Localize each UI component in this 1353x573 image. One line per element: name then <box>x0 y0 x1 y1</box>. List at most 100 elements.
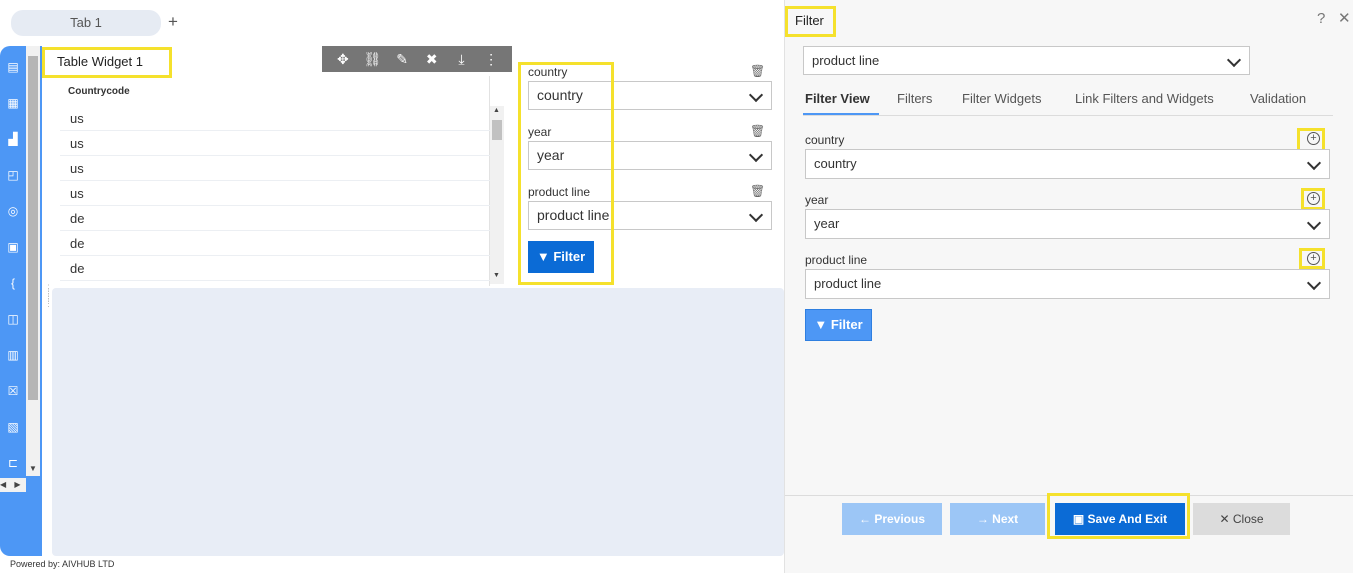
panel-filter-button[interactable]: ▼ Filter <box>805 309 872 341</box>
code-icon[interactable]: { <box>6 276 20 290</box>
field-select-country[interactable]: country <box>805 149 1330 179</box>
panel-title: Filter <box>795 13 824 28</box>
gauge-icon[interactable]: ◎ <box>6 204 20 218</box>
filter-label-year: year <box>528 125 552 139</box>
add-icon[interactable]: + <box>1307 132 1320 145</box>
rail-scroll-thumb[interactable] <box>28 56 38 400</box>
widget-toolbar: ✥ ⛓ ✎ ✖ ⤓ ⋮ <box>322 46 512 72</box>
rail-scrollbar[interactable]: ▼ <box>26 46 40 476</box>
filter-panel: Filter ? ✕ product line Filter View Filt… <box>784 0 1353 573</box>
select-value: product line <box>537 207 610 223</box>
chart-icon[interactable]: ▟ <box>6 132 20 146</box>
table-row[interactable]: us <box>60 181 490 206</box>
save-button-label: Save And Exit <box>1087 512 1168 526</box>
select-value: product line <box>812 53 880 68</box>
link-icon[interactable]: ⛓ <box>363 51 382 68</box>
select-value: year <box>814 216 840 231</box>
close-x-icon: ✕ <box>1219 512 1230 526</box>
copy-icon[interactable]: ◫ <box>6 312 20 326</box>
table-row[interactable]: de <box>60 231 490 256</box>
tab-validation[interactable]: Validation <box>1250 91 1306 106</box>
panel-footer-divider <box>785 495 1353 496</box>
panel-filter-button-label: Filter <box>830 317 863 332</box>
field-select-product-line[interactable]: product line <box>805 269 1330 299</box>
widget-select[interactable]: product line <box>803 46 1250 75</box>
filter-select-country[interactable]: country <box>528 81 772 110</box>
add-tab-button[interactable]: + <box>165 12 181 32</box>
chevron-down-icon <box>1306 275 1322 291</box>
column-header[interactable]: Countrycode <box>68 86 130 97</box>
table-icon[interactable]: ▦ <box>6 96 20 110</box>
close-button[interactable]: ✕ Close <box>1193 503 1290 535</box>
active-tab-underline <box>803 113 879 115</box>
edit-icon[interactable]: ✎ <box>393 51 411 68</box>
chevron-down-icon <box>748 87 764 103</box>
table-row[interactable]: us <box>60 106 490 131</box>
layout-icon[interactable]: ▤ <box>6 60 20 74</box>
scroll-up-icon[interactable]: ▲ <box>493 107 500 114</box>
select-value: country <box>814 156 857 171</box>
tab-filter-view[interactable]: Filter View <box>805 91 870 106</box>
trash-icon[interactable]: 🗑 <box>750 64 765 78</box>
help-icon[interactable]: ? <box>1317 10 1325 27</box>
download-icon[interactable]: ⤓ <box>452 51 470 68</box>
field-label-country: country <box>805 133 845 147</box>
image-icon[interactable]: ▣ <box>6 240 20 254</box>
move-icon[interactable]: ✥ <box>334 51 352 68</box>
filter-label-product-line: product line <box>528 185 591 199</box>
trash-icon[interactable]: 🗑 <box>750 124 765 138</box>
chevron-down-icon <box>748 207 764 223</box>
chevron-down-icon <box>1226 52 1242 68</box>
tab-1[interactable]: Tab 1 <box>11 10 161 36</box>
filter-select-year[interactable]: year <box>528 141 772 170</box>
add-icon[interactable]: + <box>1307 252 1320 265</box>
arrow-right-icon: → <box>976 512 989 526</box>
table-scroll-thumb[interactable] <box>492 120 502 140</box>
resize-handle[interactable]: ⋮ ⋮ ⋮ ⋮ <box>44 284 53 316</box>
frame-icon[interactable]: ⊏ <box>6 456 20 470</box>
add-icon[interactable]: + <box>1307 192 1320 205</box>
scroll-down-icon[interactable]: ▼ <box>29 464 37 473</box>
tab-filters[interactable]: Filters <box>897 91 932 106</box>
tab-link-filters-widgets[interactable]: Link Filters and Widgets <box>1075 91 1214 106</box>
table-scrollbar[interactable]: ▲ ▼ <box>490 106 504 284</box>
filter-button-label: Filter <box>553 249 586 264</box>
previous-button[interactable]: ← Previous <box>842 503 942 535</box>
tools-icon[interactable]: ✖ <box>423 51 441 68</box>
word-icon[interactable]: ▧ <box>6 420 20 434</box>
rail-icons: ▤ ▦ ▟ ◰ ◎ ▣ { ◫ ▥ ☒ ▧ ⊏ <box>0 46 26 476</box>
funnel-icon: ▼ <box>814 317 828 332</box>
arrow-left-icon: ← <box>858 512 871 526</box>
scroll-down-icon[interactable]: ▼ <box>493 272 500 279</box>
scroll-left-icon[interactable]: ◀ <box>0 480 6 489</box>
map-icon[interactable]: ◰ <box>6 168 20 182</box>
table-widget-title: Table Widget 1 <box>57 54 143 69</box>
excel-icon[interactable]: ☒ <box>6 384 20 398</box>
scroll-right-icon[interactable]: ▶ <box>14 480 20 489</box>
filter-button[interactable]: ▼ Filter <box>528 241 594 273</box>
chevron-down-icon <box>1306 155 1322 171</box>
table-row[interactable]: us <box>60 156 490 181</box>
save-and-exit-button[interactable]: ▣ Save And Exit <box>1055 503 1185 535</box>
left-rail: ▤ ▦ ▟ ◰ ◎ ▣ { ◫ ▥ ☒ ▧ ⊏ ▼ ◀ ▶ <box>0 46 42 556</box>
table-row[interactable]: us <box>60 131 490 156</box>
filter-select-product-line[interactable]: product line <box>528 201 772 230</box>
table-row[interactable]: de <box>60 206 490 231</box>
select-value: product line <box>814 276 882 291</box>
grid-icon[interactable]: ▥ <box>6 348 20 362</box>
rail-hscrollbar[interactable]: ◀ ▶ <box>0 478 26 492</box>
table-row[interactable]: de <box>60 256 490 281</box>
filter-label-country: country <box>528 65 568 79</box>
save-icon: ▣ <box>1072 512 1085 526</box>
more-icon[interactable]: ⋮ <box>482 51 500 68</box>
next-button[interactable]: → Next <box>950 503 1045 535</box>
next-button-label: Next <box>992 512 1019 526</box>
close-button-label: Close <box>1232 512 1264 526</box>
tab-filter-widgets[interactable]: Filter Widgets <box>962 91 1041 106</box>
canvas-empty-area <box>52 288 784 556</box>
field-select-year[interactable]: year <box>805 209 1330 239</box>
close-icon[interactable]: ✕ <box>1338 9 1351 27</box>
select-value: country <box>537 87 583 103</box>
trash-icon[interactable]: 🗑 <box>750 184 765 198</box>
field-label-year: year <box>805 193 829 207</box>
